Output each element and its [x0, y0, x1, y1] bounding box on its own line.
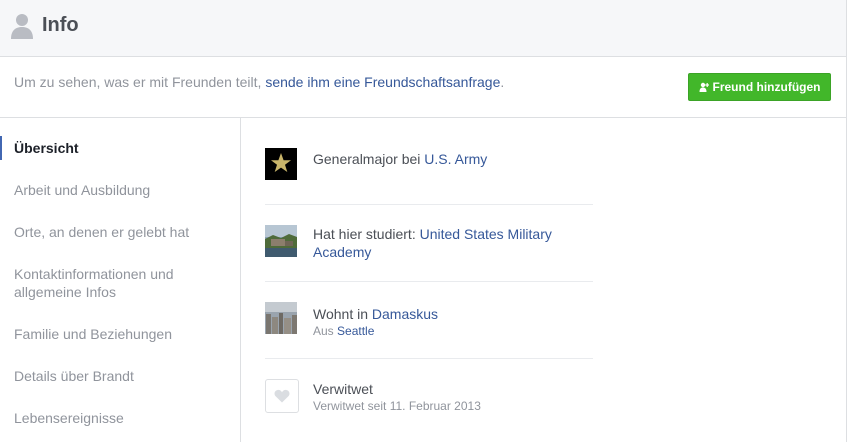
add-friend-icon: [699, 82, 709, 92]
education-line: Hat hier studiert: United States Militar…: [313, 225, 593, 261]
relationship-entry: Verwitwet Verwitwet seit 11. Februar 201…: [265, 379, 593, 415]
relationship-detail: Verwitwet seit 11. Februar 2013: [313, 399, 481, 413]
hometown-line: Aus Seattle: [313, 323, 374, 339]
heart-icon: [274, 389, 290, 403]
sidebar-item-contact-info[interactable]: Kontaktinformationen und allgemeine Info…: [14, 265, 194, 301]
city-thumbnail[interactable]: [265, 302, 297, 334]
overview-content: Generalmajor bei U.S. Army Hat hier stud…: [241, 118, 847, 442]
sidebar-item-life-events[interactable]: Lebensereignisse: [14, 409, 214, 427]
sidebar-item-overview[interactable]: Übersicht: [14, 139, 214, 157]
employer-link[interactable]: U.S. Army: [424, 151, 487, 167]
current-city-link[interactable]: Damaskus: [372, 306, 438, 322]
sidebar-item-details[interactable]: Details über Brandt: [14, 367, 214, 385]
work-entry: Generalmajor bei U.S. Army: [265, 148, 593, 182]
academy-thumbnail[interactable]: [265, 225, 297, 257]
send-friend-request-link[interactable]: sende ihm eine Freundschaftsanfrage: [265, 74, 500, 90]
sidebar-item-family-relationships[interactable]: Familie und Beziehungen: [14, 325, 214, 343]
about-sidebar: Übersicht Arbeit und Ausbildung Orte, an…: [0, 118, 241, 442]
divider: [265, 281, 593, 282]
notice-text: Um zu sehen, was er mit Freunden teilt, …: [14, 74, 504, 90]
hometown-link[interactable]: Seattle: [337, 324, 374, 338]
sidebar-item-work-education[interactable]: Arbeit und Ausbildung: [14, 181, 214, 199]
army-logo[interactable]: [265, 148, 297, 180]
hometown-prefix: Aus: [313, 324, 334, 338]
active-indicator: [0, 136, 2, 160]
add-friend-label: Freund hinzufügen: [712, 80, 821, 94]
residence-entry: Wohnt in Damaskus Aus Seattle: [265, 302, 593, 338]
education-entry: Hat hier studiert: United States Militar…: [265, 225, 593, 265]
divider: [265, 204, 593, 205]
notice-text-before: Um zu sehen, was er mit Freunden teilt,: [14, 74, 262, 90]
sidebar-item-places-lived[interactable]: Orte, an denen er gelebt hat: [14, 223, 214, 241]
relationship-icon-box: [265, 379, 299, 413]
residence-line: Wohnt in Damaskus: [313, 305, 593, 323]
divider: [265, 358, 593, 359]
work-line: Generalmajor bei U.S. Army: [313, 150, 593, 168]
page-title: Info: [42, 14, 79, 36]
person-icon: [11, 14, 33, 39]
info-header: Info: [0, 0, 847, 57]
add-friend-button[interactable]: Freund hinzufügen: [688, 73, 831, 101]
friend-request-notice: Um zu sehen, was er mit Freunden teilt, …: [0, 57, 847, 118]
notice-text-after: .: [500, 74, 505, 90]
residence-prefix: Wohnt in: [313, 306, 368, 322]
work-title: Generalmajor bei: [313, 151, 421, 167]
relationship-status: Verwitwet: [313, 381, 373, 397]
education-prefix: Hat hier studiert:: [313, 226, 416, 242]
